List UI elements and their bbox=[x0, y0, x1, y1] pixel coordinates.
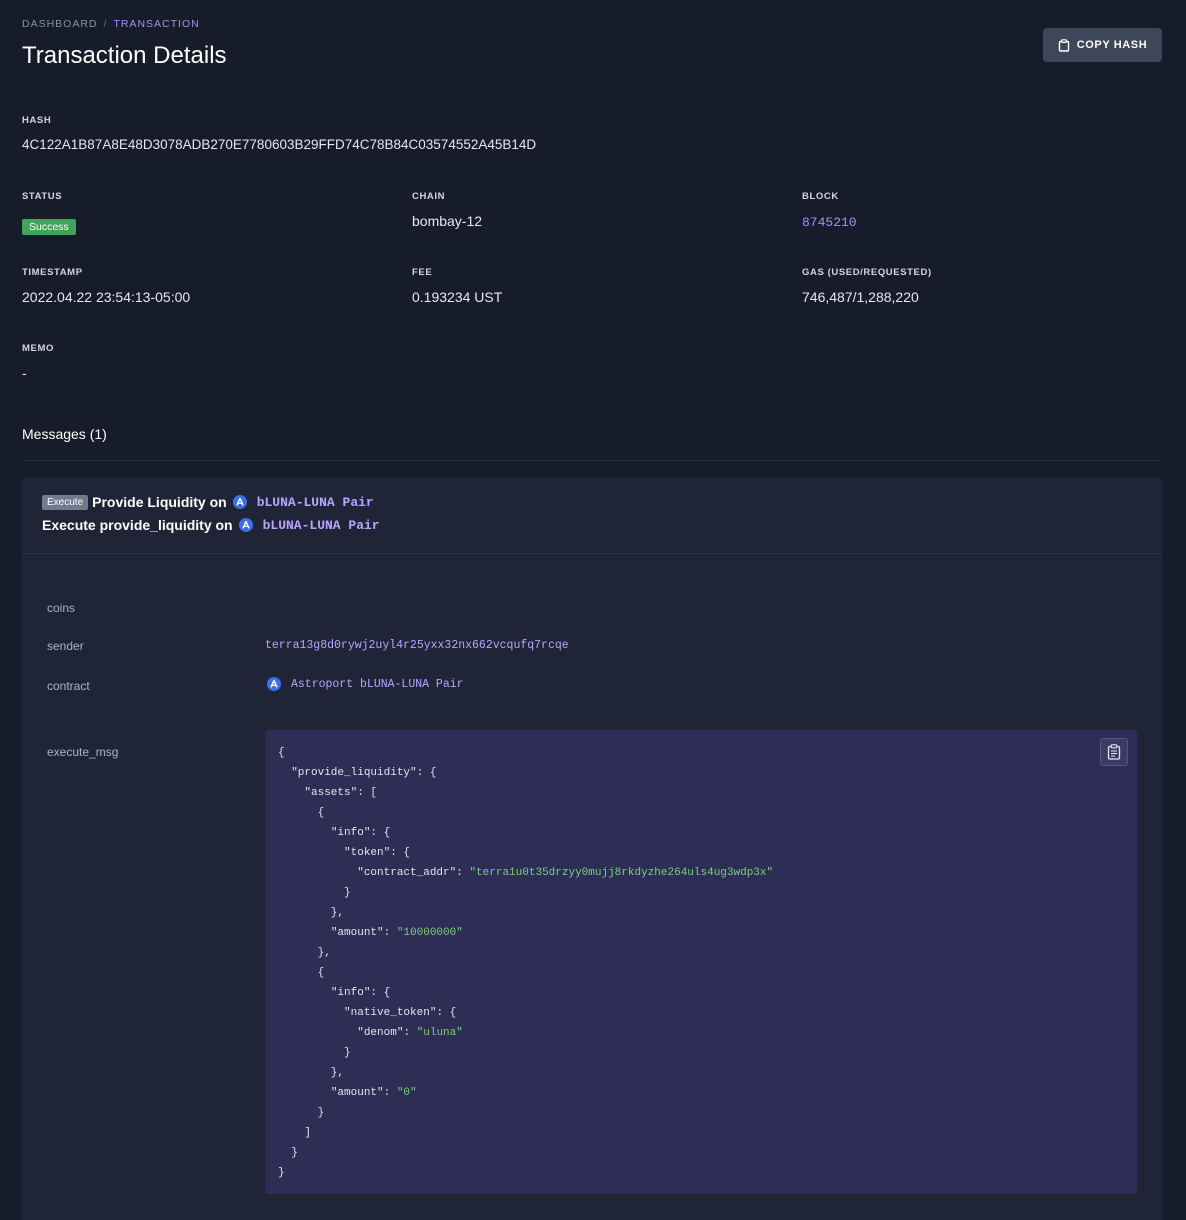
gas-label: GAS (USED/REQUESTED) bbox=[802, 267, 932, 278]
message-subline: Execute provide_liquidity on bLUNA-LUNA … bbox=[42, 517, 380, 533]
copy-code-button[interactable] bbox=[1100, 738, 1128, 766]
status-badge: Success bbox=[22, 219, 76, 235]
block-label: BLOCK bbox=[802, 191, 839, 202]
status-label: STATUS bbox=[22, 191, 63, 202]
message-headline: Execute Provide Liquidity on bLUNA-LUNA … bbox=[42, 494, 374, 510]
messages-title: Messages (1) bbox=[22, 426, 107, 442]
timestamp-label: TIMESTAMP bbox=[22, 267, 83, 278]
astroport-icon bbox=[232, 495, 247, 509]
message-card: Execute Provide Liquidity on bLUNA-LUNA … bbox=[22, 477, 1162, 1220]
execute-msg-code: { "provide_liquidity": { "assets": [ { "… bbox=[265, 730, 1137, 1194]
astroport-icon bbox=[267, 677, 281, 691]
pair-link[interactable]: bLUNA-LUNA Pair bbox=[263, 518, 380, 533]
contract-label: contract bbox=[47, 679, 90, 693]
copy-hash-label: COPY HASH bbox=[1076, 39, 1148, 51]
chain-label: CHAIN bbox=[412, 191, 446, 202]
clipboard-icon bbox=[1058, 38, 1069, 52]
block-link[interactable]: 8745210 bbox=[802, 215, 857, 230]
messages-divider bbox=[22, 460, 1162, 461]
execute-badge: Execute bbox=[42, 494, 89, 510]
message-header: Execute Provide Liquidity on bLUNA-LUNA … bbox=[22, 477, 1162, 554]
fee-label: FEE bbox=[412, 267, 433, 278]
hash-value: 4C122A1B87A8E48D3078ADB270E7780603B29FFD… bbox=[22, 137, 537, 152]
clipboard-list-icon bbox=[1107, 744, 1121, 760]
breadcrumb-separator: / bbox=[103, 18, 108, 30]
status-value-wrap: Success bbox=[22, 217, 76, 235]
memo-value: - bbox=[22, 365, 27, 381]
breadcrumb-dashboard[interactable]: DASHBOARD bbox=[22, 18, 98, 30]
breadcrumb-transaction: TRANSACTION bbox=[113, 18, 200, 30]
block-value-wrap: 8745210 bbox=[802, 213, 857, 230]
hash-label: HASH bbox=[22, 115, 52, 126]
copy-hash-button[interactable]: COPY HASH bbox=[1043, 28, 1162, 62]
sender-label: sender bbox=[47, 639, 84, 653]
fee-value: 0.193234 UST bbox=[412, 289, 503, 305]
gas-value: 746,487/1,288,220 bbox=[802, 289, 919, 305]
astroport-icon bbox=[238, 518, 253, 532]
memo-label: MEMO bbox=[22, 343, 54, 354]
execute-msg-json: { "provide_liquidity": { "assets": [ { "… bbox=[278, 747, 774, 1179]
chain-value: bombay-12 bbox=[412, 213, 483, 229]
pair-link[interactable]: bLUNA-LUNA Pair bbox=[257, 495, 374, 510]
sender-link[interactable]: terra13g8d0rywj2uyl4r25yxx32nx662vcqufq7… bbox=[265, 639, 569, 652]
contract-link[interactable]: Astroport bLUNA-LUNA Pair bbox=[291, 678, 464, 691]
timestamp-value: 2022.04.22 23:54:13-05:00 bbox=[22, 289, 191, 305]
message-headline-text: Provide Liquidity on bbox=[92, 494, 227, 510]
message-subline-text: Execute provide_liquidity on bbox=[42, 517, 233, 533]
contract-value: Astroport bLUNA-LUNA Pair bbox=[265, 677, 464, 691]
page-title: Transaction Details bbox=[22, 42, 227, 69]
transaction-page: DASHBOARD / TRANSACTION Transaction Detail… bbox=[0, 0, 1186, 1220]
execute-msg-label: execute_msg bbox=[47, 745, 119, 759]
coins-label: coins bbox=[47, 601, 76, 615]
breadcrumb: DASHBOARD / TRANSACTION bbox=[22, 18, 200, 30]
